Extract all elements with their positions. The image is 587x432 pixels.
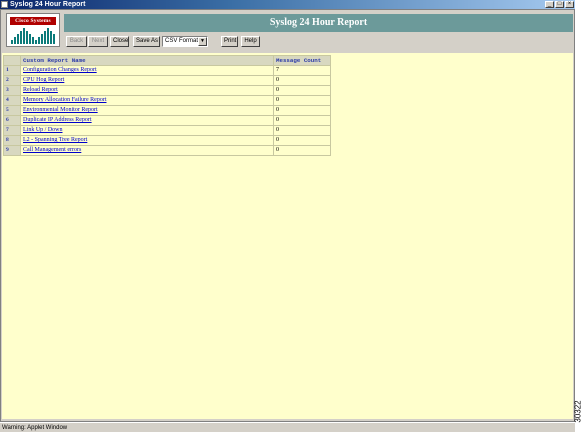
window-title: Syslog 24 Hour Report [10, 1, 86, 8]
logo-text: Cisco Systems [15, 18, 51, 24]
row-number: 7 [3, 125, 21, 136]
table-row: 3 Reload Report 0 [3, 85, 331, 96]
table-row: 7 Link Up / Down 0 [3, 125, 331, 136]
table-row: 4 Memory Allocation Failure Report 0 [3, 95, 331, 106]
status-bar: Warning: Applet Window [0, 422, 575, 432]
report-header: Cisco Systems Syslog 24 Hour Report Back… [2, 11, 573, 51]
figure-id: 30322 [573, 397, 587, 427]
report-link[interactable]: Call Management errors [20, 145, 274, 156]
report-content: Custom Report Name Message Count 1 Confi… [2, 53, 573, 419]
maximize-icon[interactable]: □ [555, 1, 564, 8]
title-banner: Syslog 24 Hour Report [64, 14, 573, 32]
report-link[interactable]: L2 - Spanning Tree Report [20, 135, 274, 146]
table-header-row: Custom Report Name Message Count [3, 55, 331, 66]
figure-id-text: 30322 [573, 400, 583, 423]
print-button[interactable]: Print [221, 36, 238, 47]
next-button[interactable]: Next [88, 36, 108, 47]
report-table: Custom Report Name Message Count 1 Confi… [3, 55, 331, 156]
chevron-down-icon[interactable]: ▼ [198, 37, 207, 46]
report-link[interactable]: Environmental Monitor Report [20, 105, 274, 116]
report-link[interactable]: Memory Allocation Failure Report [20, 95, 274, 106]
app-icon [1, 1, 8, 8]
table-row: 1 Configuration Changes Report 7 [3, 65, 331, 76]
message-count: 0 [273, 115, 331, 126]
status-text: Warning: Applet Window [2, 425, 68, 431]
table-row: 8 L2 - Spanning Tree Report 0 [3, 135, 331, 146]
close-button[interactable]: Close [110, 36, 129, 47]
message-count: 0 [273, 135, 331, 146]
report-link[interactable]: Reload Report [20, 85, 274, 96]
message-count: 7 [273, 65, 331, 76]
window-title-bar: Syslog 24 Hour Report _ □ × [0, 0, 575, 9]
column-header-index [3, 55, 21, 66]
back-button[interactable]: Back [66, 36, 87, 47]
message-count: 0 [273, 95, 331, 106]
column-header-count[interactable]: Message Count [273, 55, 331, 66]
row-number: 1 [3, 65, 21, 76]
row-number: 4 [3, 95, 21, 106]
report-link[interactable]: Duplicate IP Address Report [20, 115, 274, 126]
table-row: 9 Call Management errors 0 [3, 145, 331, 156]
save-as-button[interactable]: Save As [133, 36, 160, 47]
minimize-icon[interactable]: _ [545, 1, 554, 8]
message-count: 0 [273, 85, 331, 96]
message-count: 0 [273, 75, 331, 86]
report-link[interactable]: CPU Hog Report [20, 75, 274, 86]
page-title: Syslog 24 Hour Report [269, 17, 368, 28]
format-select-value: CSV Format [165, 38, 199, 44]
report-link[interactable]: Configuration Changes Report [20, 65, 274, 76]
table-row: 5 Environmental Monitor Report 0 [3, 105, 331, 116]
help-button[interactable]: Help [241, 36, 260, 47]
close-window-icon[interactable]: × [565, 1, 574, 8]
row-number: 6 [3, 115, 21, 126]
row-number: 8 [3, 135, 21, 146]
table-row: 2 CPU Hog Report 0 [3, 75, 331, 86]
row-number: 2 [3, 75, 21, 86]
column-header-name[interactable]: Custom Report Name [20, 55, 274, 66]
logo-bars-icon [11, 27, 55, 44]
report-link[interactable]: Link Up / Down [20, 125, 274, 136]
row-number: 9 [3, 145, 21, 156]
table-row: 6 Duplicate IP Address Report 0 [3, 115, 331, 126]
row-number: 5 [3, 105, 21, 116]
applet-window: Cisco Systems Syslog 24 Hour Report Back… [0, 9, 575, 422]
message-count: 0 [273, 125, 331, 136]
cisco-logo: Cisco Systems [6, 13, 60, 47]
message-count: 0 [273, 105, 331, 116]
toolbar: Back Next Close Save As CSV Format ▼ Pri… [64, 34, 573, 49]
format-select[interactable]: CSV Format ▼ [162, 36, 208, 47]
row-number: 3 [3, 85, 21, 96]
message-count: 0 [273, 145, 331, 156]
